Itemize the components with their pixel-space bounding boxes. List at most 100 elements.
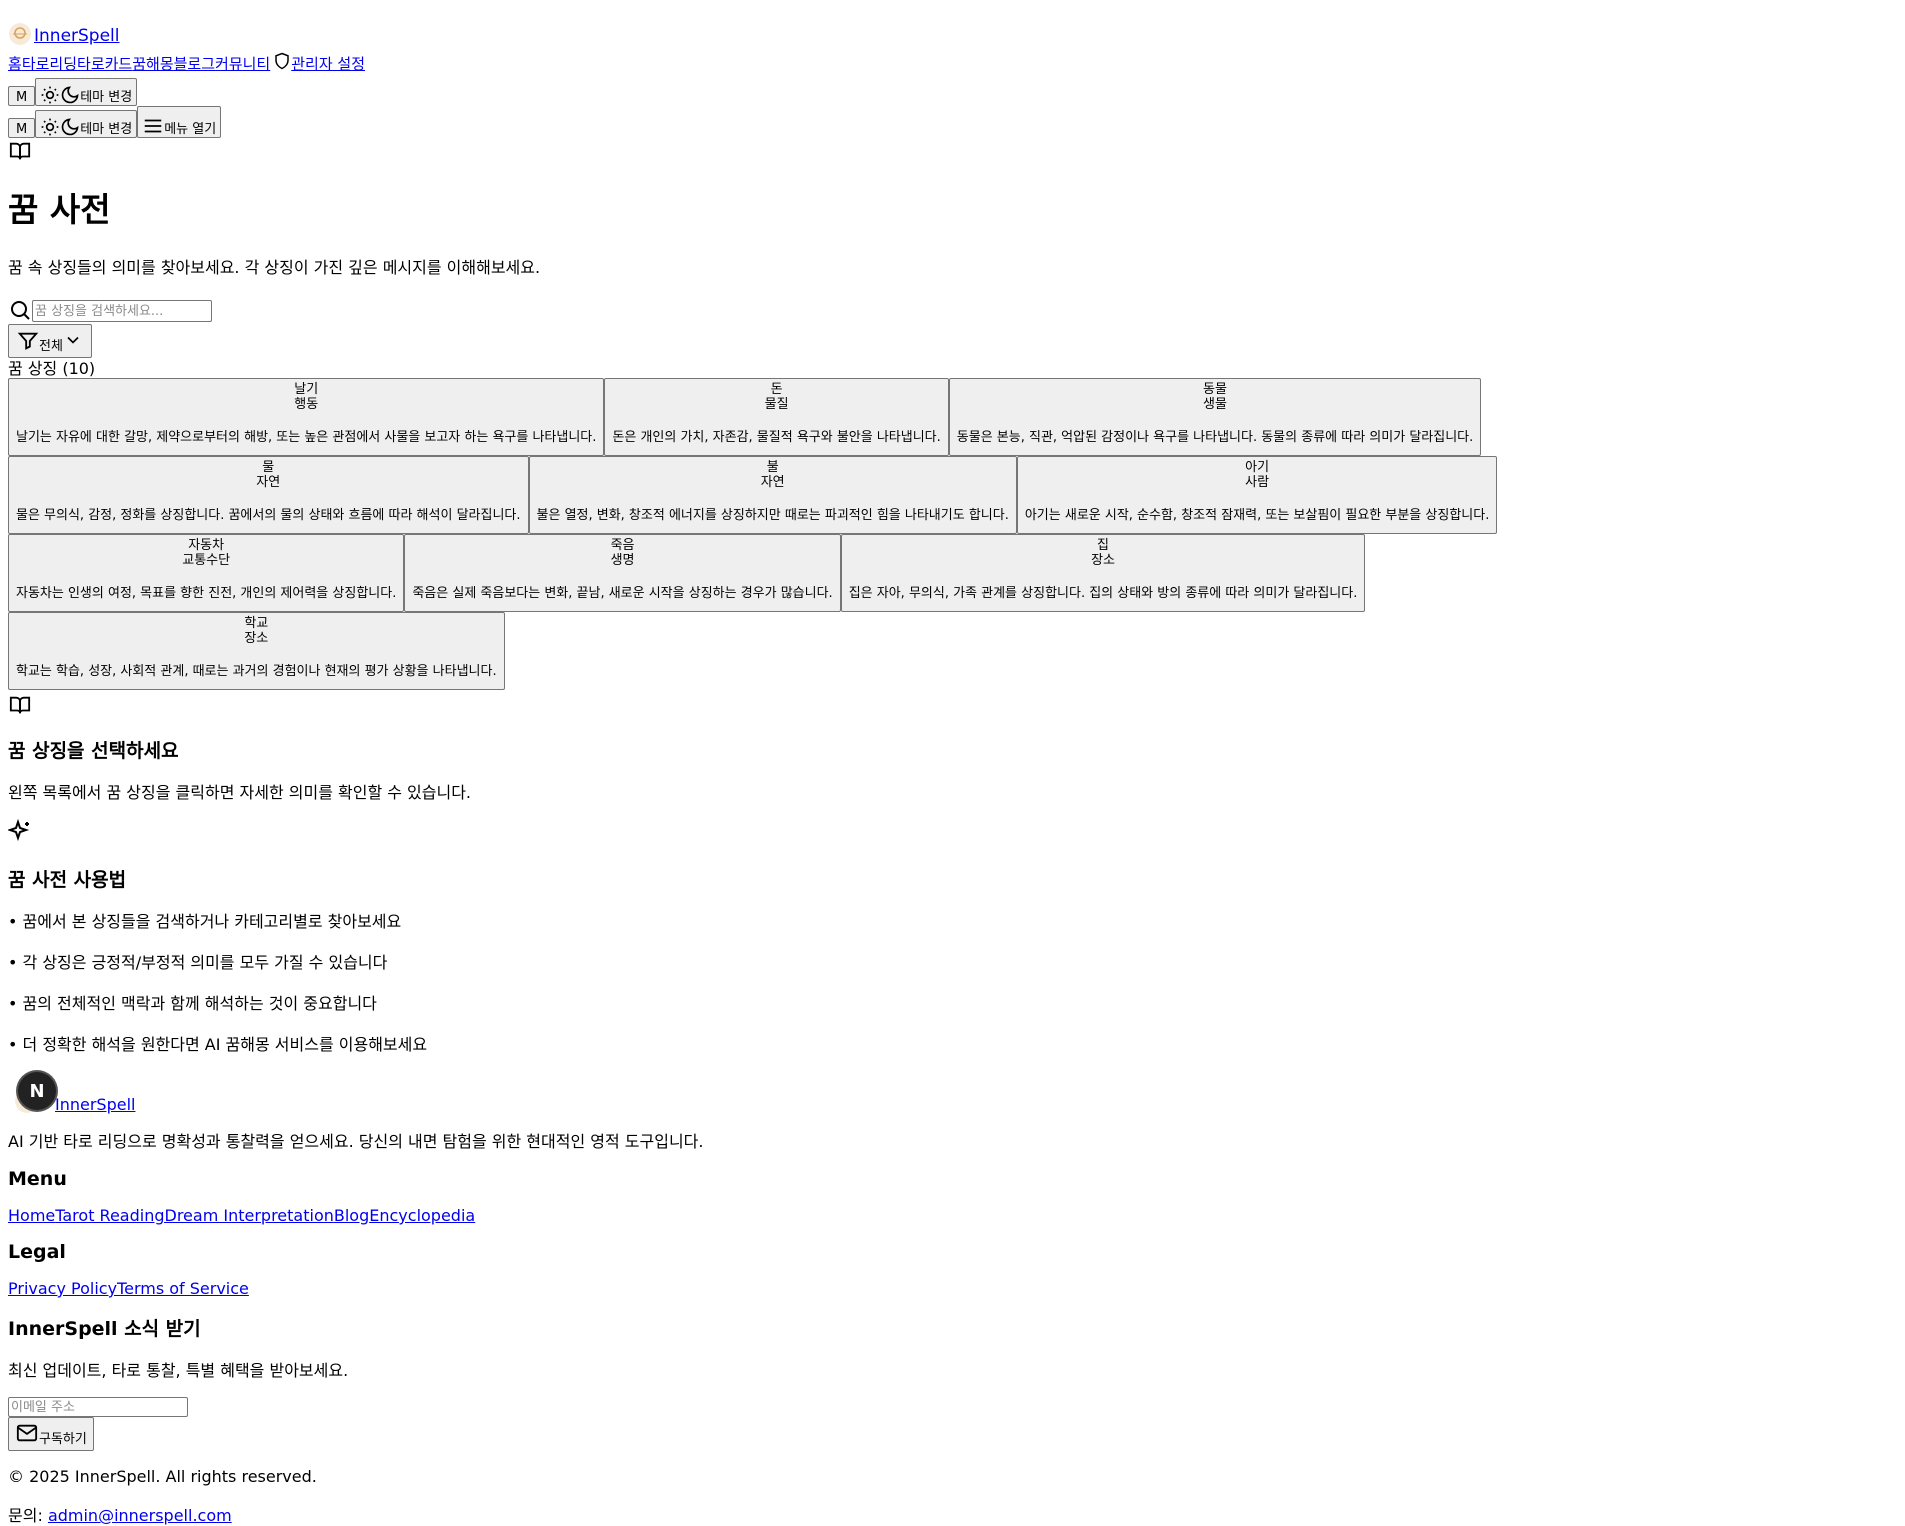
contact-email-link[interactable]: admin@innerspell.com: [48, 1506, 232, 1525]
symbol-card-baby[interactable]: 아기 사람 아기는 새로운 시작, 순수함, 창조적 잠재력, 또는 보살핌이 …: [1016, 456, 1498, 534]
symbol-card-fire[interactable]: 불 자연 불은 열정, 변화, 창조적 에너지를 상징하지만 때로는 파괴적인 …: [528, 456, 1017, 534]
symbol-name: 물: [262, 460, 275, 475]
symbol-grid: 날기 행동 날기는 자유에 대한 갈망, 제약으로부터의 해방, 또는 높은 관…: [8, 378, 1608, 690]
symbol-description: 자동차는 인생의 여정, 목표를 향한 진전, 개인의 제어력을 상징합니다.: [16, 586, 397, 601]
contact-label: 문의:: [8, 1506, 43, 1525]
symbol-category: 생명: [610, 553, 635, 568]
footer-legal-title: Legal: [8, 1241, 66, 1263]
search-input[interactable]: [32, 300, 212, 322]
symbol-card-death[interactable]: 죽음 생명 죽음은 실제 죽음보다는 변화, 끝남, 새로운 시작을 상징하는 …: [404, 534, 841, 612]
footer-brand-link[interactable]: N InnerSpell: [8, 1072, 1897, 1114]
nav-blog[interactable]: 블로그: [174, 53, 215, 74]
howto-item: • 꿈에서 본 상징들을 검색하거나 카테고리별로 찾아보세요: [8, 912, 402, 931]
symbol-name: 돈: [770, 382, 783, 397]
symbol-description: 불은 열정, 변화, 창조적 에너지를 상징하지만 때로는 파괴적인 힘을 나타…: [536, 508, 1009, 523]
brand-logo-link[interactable]: InnerSpell: [8, 0, 1897, 46]
footer-menu-title: Menu: [8, 1168, 67, 1190]
symbol-description: 아기는 새로운 시작, 순수함, 창조적 잠재력, 또는 보살핌이 필요한 부분…: [1024, 508, 1490, 523]
copyright: © 2025 InnerSpell. All rights reserved.: [8, 1467, 317, 1486]
filter-icon: [17, 332, 39, 350]
filter-label: 전체: [39, 339, 63, 354]
moon-icon: [61, 118, 79, 136]
symbol-category: 물질: [764, 397, 789, 412]
symbol-category: 장소: [1091, 553, 1115, 568]
footer-link-encyclopedia[interactable]: Encyclopedia: [369, 1206, 475, 1225]
chevron-down-icon: [67, 336, 79, 344]
nav-community[interactable]: 커뮤니티: [215, 53, 270, 74]
footer-link-terms[interactable]: Terms of Service: [117, 1279, 249, 1298]
subscribe-label: 구독하기: [39, 1432, 87, 1447]
symbol-card-school[interactable]: 학교 장소 학교는 학습, 성장, 사회적 관계, 때로는 과거의 경험이나 현…: [8, 612, 505, 690]
nextjs-dev-badge[interactable]: N: [18, 1072, 56, 1110]
symbol-category: 사람: [1245, 475, 1270, 490]
symbol-description: 날기는 자유에 대한 갈망, 제약으로부터의 해방, 또는 높은 관점에서 사물…: [16, 430, 597, 445]
howto-item: • 꿈의 전체적인 맥락과 함께 해석하는 것이 중요합니다: [8, 994, 377, 1013]
symbol-name: 죽음: [610, 538, 635, 553]
page-subtitle: 꿈 속 상징들의 의미를 찾아보세요. 각 상징이 가진 깊은 메시지를 이해해…: [8, 258, 541, 277]
symbol-description: 물은 무의식, 감정, 정화를 상징합니다. 꿈에서의 물의 상태와 흐름에 따…: [16, 508, 521, 523]
theme-toggle-button[interactable]: 테마 변경: [35, 78, 138, 106]
symbol-category: 교통수단: [182, 553, 231, 568]
symbol-name: 아기: [1245, 460, 1270, 475]
footer-tagline: AI 기반 타로 리딩으로 명확성과 통찰력을 얻으세요. 당신의 내면 탐험을…: [8, 1132, 704, 1151]
footer-link-dream-interpretation[interactable]: Dream Interpretation: [165, 1206, 334, 1225]
symbol-card-money[interactable]: 돈 물질 돈은 개인의 가치, 자존감, 물질적 욕구와 불안을 나타냅니다.: [604, 378, 949, 456]
symbol-card-animal[interactable]: 동물 생물 동물은 본능, 직관, 억압된 감정이나 욕구를 나타냅니다. 동물…: [948, 378, 1482, 456]
howto-title: 꿈 사전 사용법: [8, 869, 127, 891]
subscribe-button[interactable]: 구독하기: [8, 1417, 94, 1451]
symbol-count: 꿈 상징 (10): [8, 359, 96, 378]
menu-open-button[interactable]: 메뉴 열기: [137, 106, 222, 138]
footer-link-home[interactable]: Home: [8, 1206, 55, 1225]
nav-home[interactable]: 홈: [8, 53, 22, 74]
nav-dream-interpretation[interactable]: 꿈해몽: [132, 53, 173, 74]
symbol-name: 자동차: [188, 538, 225, 553]
symbol-description: 집은 자아, 무의식, 가족 관계를 상징합니다. 집의 상태와 방의 종류에 …: [848, 586, 1358, 601]
sparkles-icon: [8, 819, 30, 842]
footer-link-privacy[interactable]: Privacy Policy: [8, 1279, 117, 1298]
book-open-icon: [9, 142, 31, 160]
symbol-description: 동물은 본능, 직관, 억압된 감정이나 욕구를 나타냅니다. 동물의 종류에 …: [956, 430, 1474, 445]
theme-toggle-label: 테마 변경: [80, 90, 133, 105]
newsletter-text: 최신 업데이트, 타로 통찰, 특별 혜택을 받아보세요.: [8, 1361, 349, 1380]
newsletter-title: InnerSpell 소식 받기: [8, 1318, 201, 1340]
symbol-card-car[interactable]: 자동차 교통수단 자동차는 인생의 여정, 목표를 향한 진전, 개인의 제어력…: [8, 534, 405, 612]
footer-legal-links: Privacy Policy Terms of Service: [8, 1279, 1897, 1298]
sun-icon: [41, 118, 59, 136]
symbol-description: 학교는 학습, 성장, 사회적 관계, 때로는 과거의 경험이나 현재의 평가 …: [16, 664, 497, 679]
symbol-category: 자연: [256, 475, 281, 490]
contact-line: 문의: admin@innerspell.com: [8, 1502, 1897, 1526]
nav-tarot-reading[interactable]: 타로리딩: [22, 53, 77, 74]
footer-link-tarot-reading[interactable]: Tarot Reading: [55, 1206, 164, 1225]
symbol-card-water[interactable]: 물 자연 물은 무의식, 감정, 정화를 상징합니다. 꿈에서의 물의 상태와 …: [8, 456, 529, 534]
main-nav: 홈 타로리딩 타로카드 꿈해몽 블로그 커뮤니티 관리자 설정: [8, 46, 1897, 74]
footer-brand-name[interactable]: InnerSpell: [55, 1095, 135, 1114]
footer-menu-links: Home Tarot Reading Dream Interpretation …: [8, 1206, 1897, 1225]
howto-item: • 각 상징은 긍정적/부정적 의미를 모두 가질 수 있습니다: [8, 953, 388, 972]
symbol-card-flying[interactable]: 날기 행동 날기는 자유에 대한 갈망, 제약으로부터의 해방, 또는 높은 관…: [8, 378, 605, 456]
symbol-category: 생물: [1203, 397, 1227, 412]
symbol-category: 장소: [244, 631, 269, 646]
newsletter-email-input[interactable]: [8, 1397, 188, 1417]
symbol-description: 죽음은 실제 죽음보다는 변화, 끝남, 새로운 시작을 상징하는 경우가 많습…: [412, 586, 833, 601]
category-filter-dropdown[interactable]: 전체: [8, 324, 92, 358]
user-avatar-button[interactable]: M: [8, 86, 36, 106]
theme-toggle-button-mobile[interactable]: 테마 변경: [35, 110, 138, 138]
select-symbol-title: 꿈 상징을 선택하세요: [8, 740, 179, 762]
logo-icon: [9, 23, 31, 45]
menu-open-label: 메뉴 열기: [164, 122, 217, 137]
select-symbol-text: 왼쪽 목록에서 꿈 상징을 클릭하면 자세한 의미를 확인할 수 있습니다.: [8, 783, 472, 802]
symbol-name: 학교: [244, 616, 269, 631]
nav-tarot-cards[interactable]: 타로카드: [77, 53, 132, 74]
nav-admin-settings[interactable]: 관리자 설정: [291, 53, 365, 74]
symbol-name: 동물: [1203, 382, 1227, 397]
symbol-category: 행동: [294, 397, 319, 412]
howto-item: • 더 정확한 해석을 원한다면 AI 꿈해몽 서비스를 이용해보세요: [8, 1035, 428, 1054]
user-avatar-button-mobile[interactable]: M: [8, 118, 36, 138]
footer-link-blog[interactable]: Blog: [334, 1206, 369, 1225]
brand-name[interactable]: InnerSpell: [34, 26, 120, 46]
mail-icon: [16, 1424, 38, 1442]
symbol-card-house[interactable]: 집 장소 집은 자아, 무의식, 가족 관계를 상징합니다. 집의 상태와 방의…: [840, 534, 1366, 612]
page-title: 꿈 사전: [8, 190, 111, 229]
moon-icon: [61, 86, 79, 104]
howto-list: • 꿈에서 본 상징들을 검색하거나 카테고리별로 찾아보세요 • 각 상징은 …: [8, 908, 1897, 1055]
